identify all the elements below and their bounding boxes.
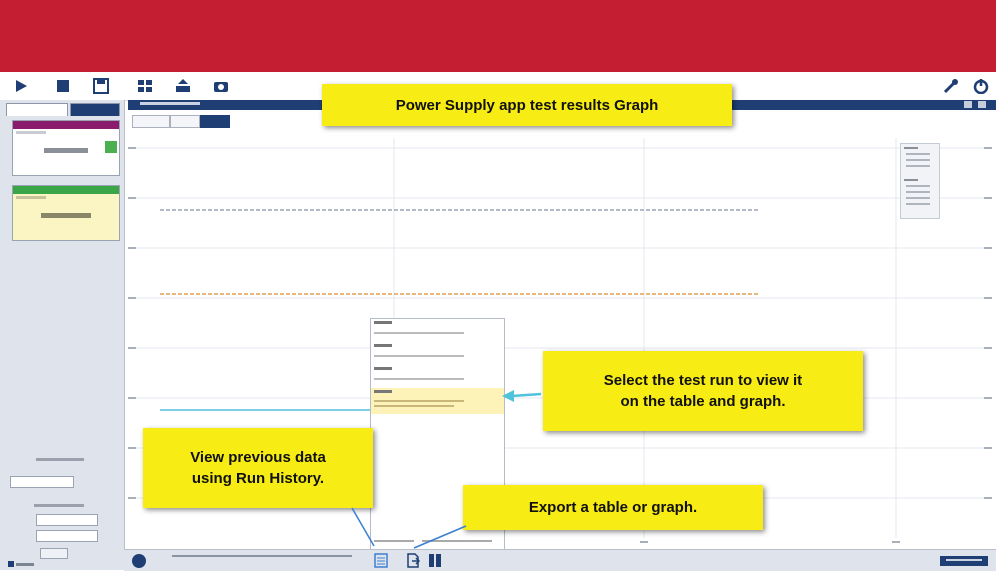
y2-tick-label [984,297,992,299]
wrench-icon[interactable] [942,78,960,94]
y-tick-label [128,247,136,249]
y-tick-label [128,147,136,149]
instrument-sidebar [0,100,125,570]
tab-graph[interactable] [200,115,230,128]
x-tick-label [892,541,900,543]
graph-panel-title [140,100,200,110]
x-tick-label [640,541,648,543]
sidebar-tabs [6,103,122,116]
tab-settings[interactable] [132,115,170,128]
voltage-card-header [13,121,119,129]
legend-entries [904,147,930,205]
y-tick-label [128,447,136,449]
run-history-item-selected[interactable] [371,388,504,414]
run-detail [374,354,464,359]
gear-icon[interactable] [132,554,146,568]
brand-banner [0,0,996,72]
callout-select-run: Select the test run to view it on the ta… [543,351,863,431]
bottom-right-button[interactable] [940,556,988,566]
y-tick-label [128,347,136,349]
y-tick-label [128,497,136,499]
columns-icon[interactable] [428,553,442,568]
restore-icon[interactable] [964,101,972,108]
current-card[interactable] [12,185,120,241]
status-text [172,555,352,560]
y2-tick-label [984,147,992,149]
y2-tick-label [984,497,992,499]
y-tick-label [128,297,136,299]
voltage-card-line [16,131,46,137]
y-tick-label [128,197,136,199]
run-title [374,390,392,396]
play-icon[interactable] [12,78,30,94]
voltage-card-value [13,147,119,156]
current-card-line [16,196,46,202]
sidebar-input-2[interactable] [36,514,98,526]
save-icon[interactable] [92,78,110,94]
sidebar-foot-button[interactable] [8,560,36,568]
y2-tick-label [984,197,992,199]
run-title [374,344,392,350]
tab-table[interactable] [170,115,200,128]
run-title [374,321,392,327]
current-card-header [13,186,119,194]
maximize-icon[interactable] [978,101,986,108]
stop-icon[interactable] [54,78,72,94]
run-title [374,367,392,373]
run-history-item[interactable] [371,319,504,342]
callout-run-history: View previous data using Run History. [143,428,373,508]
sidebar-input-1[interactable] [10,476,74,488]
graph-legend[interactable] [900,143,940,219]
sidebar-tab-secondary[interactable] [70,103,120,116]
voltage-card[interactable] [12,120,120,176]
run-detail [374,377,464,382]
run-detail [374,331,464,336]
run-history-item[interactable] [371,365,504,388]
run-history-item[interactable] [371,342,504,365]
sidebar-input-3[interactable] [36,530,98,542]
sidebar-tab-primary[interactable] [6,103,68,116]
layout-icon[interactable] [136,78,154,94]
export-file-icon[interactable] [406,553,421,568]
y2-tick-label [984,247,992,249]
y2-tick-label [984,447,992,449]
callout-title: Power Supply app test results Graph [322,84,732,126]
voltage-apply-button[interactable] [105,141,117,153]
run-history-footer [374,540,494,546]
y2-tick-label [984,397,992,399]
current-card-value [13,212,119,221]
camera-icon[interactable] [212,78,230,94]
run-history-icon[interactable] [374,553,388,568]
y-tick-label [128,397,136,399]
sidebar-section-label-2 [34,504,84,510]
run-detail [374,400,464,409]
callout-export: Export a table or graph. [463,485,763,530]
status-bar [124,549,996,571]
y2-tick-label [984,347,992,349]
export-icon[interactable] [174,78,192,94]
power-icon[interactable] [972,78,990,94]
sidebar-apply-button[interactable] [40,548,68,559]
sidebar-section-label [36,458,84,464]
